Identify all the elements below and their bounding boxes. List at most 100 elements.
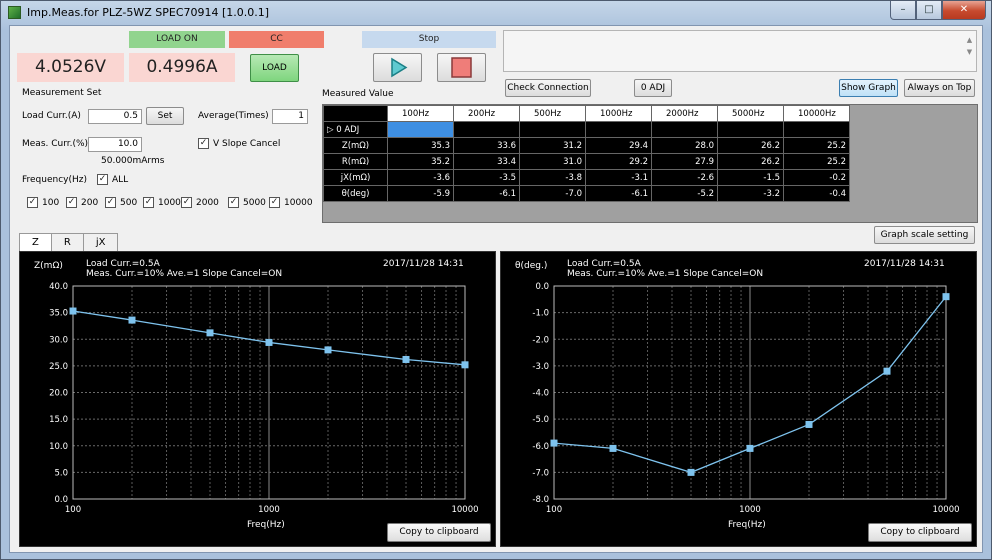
table-cell[interactable]: 33.6 xyxy=(453,137,520,154)
column-header[interactable]: 5000Hz xyxy=(717,105,784,122)
table-cell[interactable]: 25.2 xyxy=(783,137,850,154)
freq-checkbox-5000[interactable]: ✓ xyxy=(228,197,239,208)
column-header[interactable]: 10000Hz xyxy=(783,105,850,122)
y-tick-label: 5.0 xyxy=(54,468,68,478)
load-button[interactable]: LOAD xyxy=(250,54,299,82)
v-slope-cancel-checkbox[interactable]: ✓ xyxy=(198,138,209,149)
table-cell[interactable]: 31.0 xyxy=(519,153,586,170)
table-cell[interactable]: -3.2 xyxy=(717,185,784,202)
scroll-up-icon[interactable]: ▲ xyxy=(965,34,974,46)
table-row[interactable]: θ(deg) -5.9 -6.1 -7.0 -6.1 -5.2 -3.2 -0.4 xyxy=(323,185,850,202)
column-header[interactable]: 100Hz xyxy=(387,105,454,122)
stop-button[interactable] xyxy=(437,53,486,82)
table-cell[interactable] xyxy=(453,121,520,138)
average-field[interactable]: 1 xyxy=(272,109,308,124)
chart-info-line1: Load Curr.=0.5A xyxy=(86,259,160,269)
show-graph-button[interactable]: Show Graph xyxy=(839,79,898,97)
zero-adj-button[interactable]: 0 ADJ xyxy=(634,79,672,97)
freq-checkbox-200[interactable]: ✓ xyxy=(66,197,77,208)
row-header[interactable]: jX(mΩ) xyxy=(323,169,388,186)
all-checkbox[interactable]: ✓ xyxy=(97,174,108,185)
table-cell[interactable]: -1.5 xyxy=(717,169,784,186)
table-cell[interactable]: 26.2 xyxy=(717,137,784,154)
message-scrollbar[interactable]: ▲ ▼ xyxy=(965,34,974,58)
table-row[interactable]: jX(mΩ) -3.6 -3.5 -3.8 -3.1 -2.6 -1.5 -0.2 xyxy=(323,169,850,186)
meas-curr-field[interactable]: 10.0 xyxy=(88,137,142,152)
table-cell[interactable]: -3.5 xyxy=(453,169,520,186)
table-cell[interactable]: 28.0 xyxy=(651,137,718,154)
table-cell[interactable]: -2.6 xyxy=(651,169,718,186)
table-cell[interactable]: -3.1 xyxy=(585,169,652,186)
freq-checkbox-500[interactable]: ✓ xyxy=(105,197,116,208)
table-cell[interactable] xyxy=(651,121,718,138)
table-row[interactable]: R(mΩ) 35.2 33.4 31.0 29.2 27.9 26.2 25.2 xyxy=(323,153,850,170)
set-button[interactable]: Set xyxy=(146,107,184,125)
table-cell[interactable]: -3.6 xyxy=(387,169,454,186)
row-header[interactable]: Z(mΩ) xyxy=(323,137,388,154)
graph-scale-setting-button[interactable]: Graph scale setting xyxy=(874,226,975,244)
y-tick-label: -5.0 xyxy=(532,415,549,425)
table-cell[interactable] xyxy=(519,121,586,138)
table-cell[interactable]: 29.4 xyxy=(585,137,652,154)
row-label: jX(mΩ) xyxy=(340,172,371,183)
y-tick-label: 40.0 xyxy=(49,282,68,292)
y-tick-label: 0.0 xyxy=(54,495,68,505)
table-cell[interactable]: -0.4 xyxy=(783,185,850,202)
table-cell[interactable]: 31.2 xyxy=(519,137,586,154)
tab-jx[interactable]: jX xyxy=(82,233,119,251)
measured-value-table[interactable]: 100Hz 200Hz 500Hz 1000Hz 2000Hz 5000Hz 10000Hz… xyxy=(323,105,850,202)
scroll-down-icon[interactable]: ▼ xyxy=(965,46,974,58)
data-point xyxy=(461,361,469,369)
tab-z[interactable]: Z xyxy=(19,233,52,252)
table-cell[interactable]: -6.1 xyxy=(585,185,652,202)
row-header[interactable]: R(mΩ) xyxy=(323,153,388,170)
x-tick-label: 100 xyxy=(65,505,81,515)
message-box[interactable]: ▲ ▼ xyxy=(503,30,977,72)
table-cell[interactable]: -5.2 xyxy=(651,185,718,202)
close-button[interactable]: ✕ xyxy=(942,1,986,20)
table-cell[interactable]: 35.3 xyxy=(387,137,454,154)
table-cell[interactable]: 33.4 xyxy=(453,153,520,170)
table-row[interactable]: Z(mΩ) 35.3 33.6 31.2 29.4 28.0 26.2 25.2 xyxy=(323,137,850,154)
maximize-button[interactable]: □ xyxy=(916,1,942,20)
copy-to-clipboard-button[interactable]: Copy to clipboard xyxy=(868,523,972,542)
table-cell[interactable]: 29.2 xyxy=(585,153,652,170)
row-header[interactable]: ▷ 0 ADJ xyxy=(323,121,388,138)
column-header[interactable]: 2000Hz xyxy=(651,105,718,122)
freq-checkbox-1000[interactable]: ✓ xyxy=(143,197,154,208)
freq-label-200: 200 xyxy=(81,198,99,208)
always-on-top-button[interactable]: Always on Top xyxy=(904,79,975,97)
table-cell[interactable]: 27.9 xyxy=(651,153,718,170)
table-cell[interactable]: 35.2 xyxy=(387,153,454,170)
start-button[interactable] xyxy=(373,53,422,82)
minimize-button[interactable]: – xyxy=(890,1,916,20)
load-curr-field[interactable]: 0.5 xyxy=(88,109,142,124)
table-cell[interactable]: 26.2 xyxy=(717,153,784,170)
check-connection-button[interactable]: Check Connection xyxy=(505,79,591,97)
measured-value-grid[interactable]: 100Hz 200Hz 500Hz 1000Hz 2000Hz 5000Hz 10000Hz… xyxy=(322,104,978,223)
table-cell[interactable]: -6.1 xyxy=(453,185,520,202)
chart-timestamp: 2017/11/28 14:31 xyxy=(383,259,464,269)
table-row[interactable]: ▷ 0 ADJ xyxy=(323,121,850,138)
table-cell[interactable]: -7.0 xyxy=(519,185,586,202)
freq-checkbox-10000[interactable]: ✓ xyxy=(269,197,280,208)
column-header[interactable]: 500Hz xyxy=(519,105,586,122)
table-cell[interactable] xyxy=(783,121,850,138)
table-cell[interactable]: -3.8 xyxy=(519,169,586,186)
table-cell[interactable] xyxy=(585,121,652,138)
table-cell[interactable]: 25.2 xyxy=(783,153,850,170)
tab-r[interactable]: R xyxy=(50,233,84,251)
table-cell[interactable]: -5.9 xyxy=(387,185,454,202)
table-cell[interactable] xyxy=(387,121,454,138)
column-header[interactable]: 1000Hz xyxy=(585,105,652,122)
freq-checkbox-100[interactable]: ✓ xyxy=(27,197,38,208)
copy-to-clipboard-button[interactable]: Copy to clipboard xyxy=(387,523,491,542)
table-cell[interactable] xyxy=(717,121,784,138)
column-header[interactable]: 200Hz xyxy=(453,105,520,122)
x-tick-label: 10000 xyxy=(451,505,478,515)
table-cell[interactable]: -0.2 xyxy=(783,169,850,186)
freq-checkbox-2000[interactable]: ✓ xyxy=(181,197,192,208)
row-header[interactable]: θ(deg) xyxy=(323,185,388,202)
title-bar[interactable]: Imp.Meas.for PLZ-5WZ SPEC70914 [1.0.0.1]… xyxy=(1,1,991,25)
voltage-display: 4.0526V xyxy=(17,53,124,82)
